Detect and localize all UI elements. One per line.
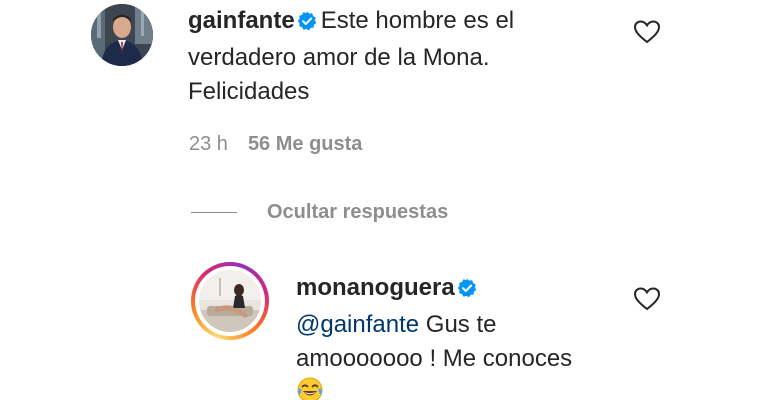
comment-line-1: gainfante Este hombre es el bbox=[188, 4, 514, 41]
reply-line-4 bbox=[296, 376, 572, 400]
verified-badge-icon bbox=[457, 274, 477, 308]
profile-photo-icon bbox=[199, 270, 261, 332]
avatar-gainfante[interactable] bbox=[91, 4, 153, 66]
like-heart-icon[interactable] bbox=[633, 20, 661, 44]
comment-likes-count[interactable]: 56 Me gusta bbox=[248, 133, 362, 155]
hide-replies-button[interactable]: Ocultar respuestas bbox=[191, 199, 448, 225]
username-monanoguera[interactable]: monanoguera bbox=[296, 274, 455, 301]
reply-text-line-1: Gus te bbox=[419, 311, 497, 338]
hide-replies-label: Ocultar respuestas bbox=[267, 200, 449, 223]
instagram-comments-screen: gainfante Este hombre es el verdadero amo… bbox=[0, 0, 768, 400]
comment-meta-gainfante: 23 h 56 Me gusta bbox=[189, 133, 362, 156]
comment-text-monanoguera: monanoguera @gainfante Gus te amooooooo … bbox=[296, 271, 572, 400]
face-with-tears-of-joy-icon bbox=[296, 376, 324, 400]
like-heart-icon[interactable] bbox=[633, 287, 661, 311]
comment-text-line-2: verdadero amor de la Mona. bbox=[188, 44, 490, 71]
avatar-monanoguera[interactable] bbox=[191, 262, 269, 340]
username-gainfante[interactable]: gainfante bbox=[188, 7, 295, 34]
profile-photo-icon bbox=[91, 4, 153, 66]
verified-badge-icon bbox=[297, 7, 317, 41]
comment-text-gainfante: gainfante Este hombre es el verdadero amo… bbox=[188, 4, 514, 109]
reply-line-1: monanoguera bbox=[296, 271, 572, 308]
comment-text-line-1: Este hombre es el bbox=[320, 7, 515, 34]
mention-link[interactable]: @gainfante bbox=[296, 311, 419, 338]
comment-time: 23 h bbox=[189, 133, 228, 155]
replies-divider-line bbox=[191, 211, 237, 213]
reply-text-line-2: amooooooo ! Me conoces bbox=[296, 345, 573, 372]
comment-text-line-3: Felicidades bbox=[188, 78, 310, 105]
reply-line-2: @gainfante Gus te bbox=[296, 308, 572, 342]
